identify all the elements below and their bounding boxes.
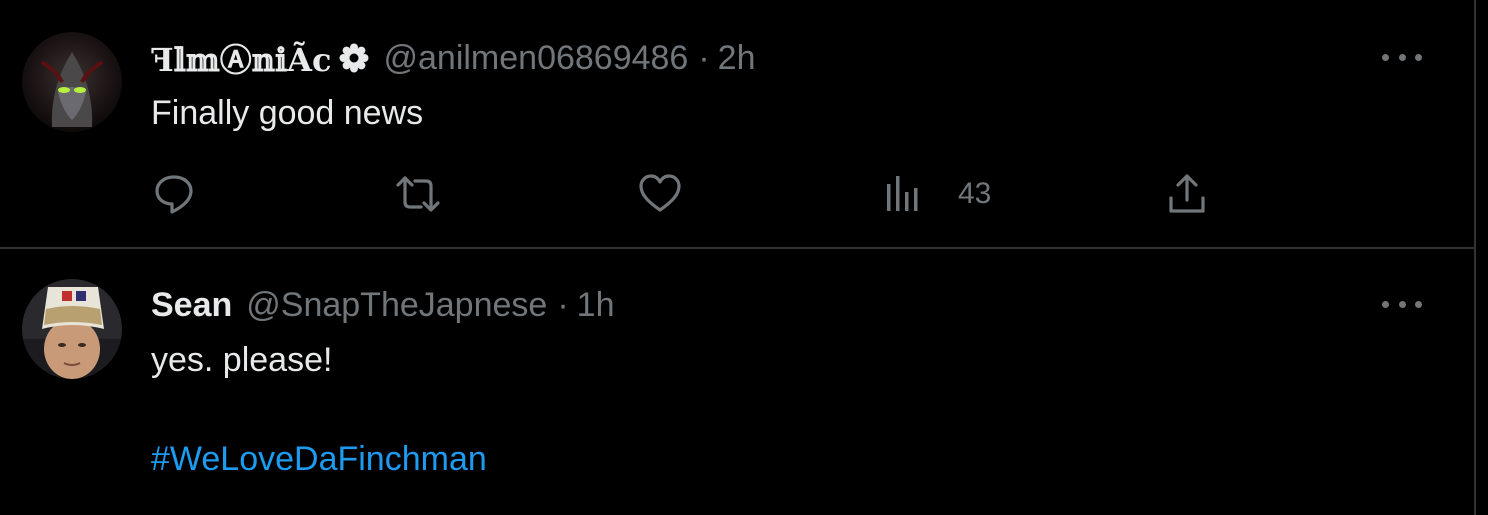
separator-dot: · (557, 285, 569, 324)
avatar[interactable] (22, 32, 122, 132)
user-handle[interactable]: @anilmen06869486 (383, 39, 688, 78)
reply-icon (155, 175, 193, 214)
reply-button[interactable] (152, 170, 196, 218)
avatar[interactable] (22, 279, 122, 379)
more-options-icon[interactable] (1382, 47, 1422, 67)
share-icon (1169, 174, 1205, 213)
timestamp[interactable]: 1h (577, 286, 615, 325)
user-handle[interactable]: @SnapTheJapnese (246, 286, 547, 325)
timeline-frame: ꟻ𝕝𝕞Ⓐ𝕟𝕚Ãc @anilmen06869486 · 2h Finally g… (0, 0, 1476, 515)
separator-dot: · (698, 38, 710, 77)
tweet-header: Sean @SnapTheJapnese · 1h (151, 283, 614, 327)
like-button[interactable] (637, 170, 683, 218)
tweet-text: yes. please! (151, 341, 333, 379)
tweet[interactable]: ꟻ𝕝𝕞Ⓐ𝕟𝕚Ãc @anilmen06869486 · 2h Finally g… (0, 0, 1474, 249)
tweet[interactable]: Sean @SnapTheJapnese · 1h yes. please! #… (0, 249, 1474, 515)
verified-badge-icon (339, 43, 369, 73)
share-button[interactable] (1166, 170, 1208, 218)
tweet-actions: 43 (0, 170, 1474, 218)
views-icon (887, 176, 918, 211)
views-count: 43 (958, 177, 992, 210)
display-name[interactable]: Sean (151, 286, 232, 325)
display-name[interactable]: ꟻ𝕝𝕞Ⓐ𝕟𝕚Ãc (151, 35, 331, 81)
timestamp[interactable]: 2h (718, 39, 756, 78)
like-icon (639, 174, 681, 212)
tweet-header: ꟻ𝕝𝕞Ⓐ𝕟𝕚Ãc @anilmen06869486 · 2h (151, 36, 756, 80)
more-options-icon[interactable] (1382, 294, 1422, 314)
retweet-icon (396, 176, 440, 212)
tweet-text: Finally good news (151, 94, 424, 132)
retweet-button[interactable] (394, 170, 442, 218)
views-button[interactable]: 43 (884, 170, 991, 218)
hashtag-link[interactable]: #WeLoveDaFinchman (151, 437, 487, 481)
